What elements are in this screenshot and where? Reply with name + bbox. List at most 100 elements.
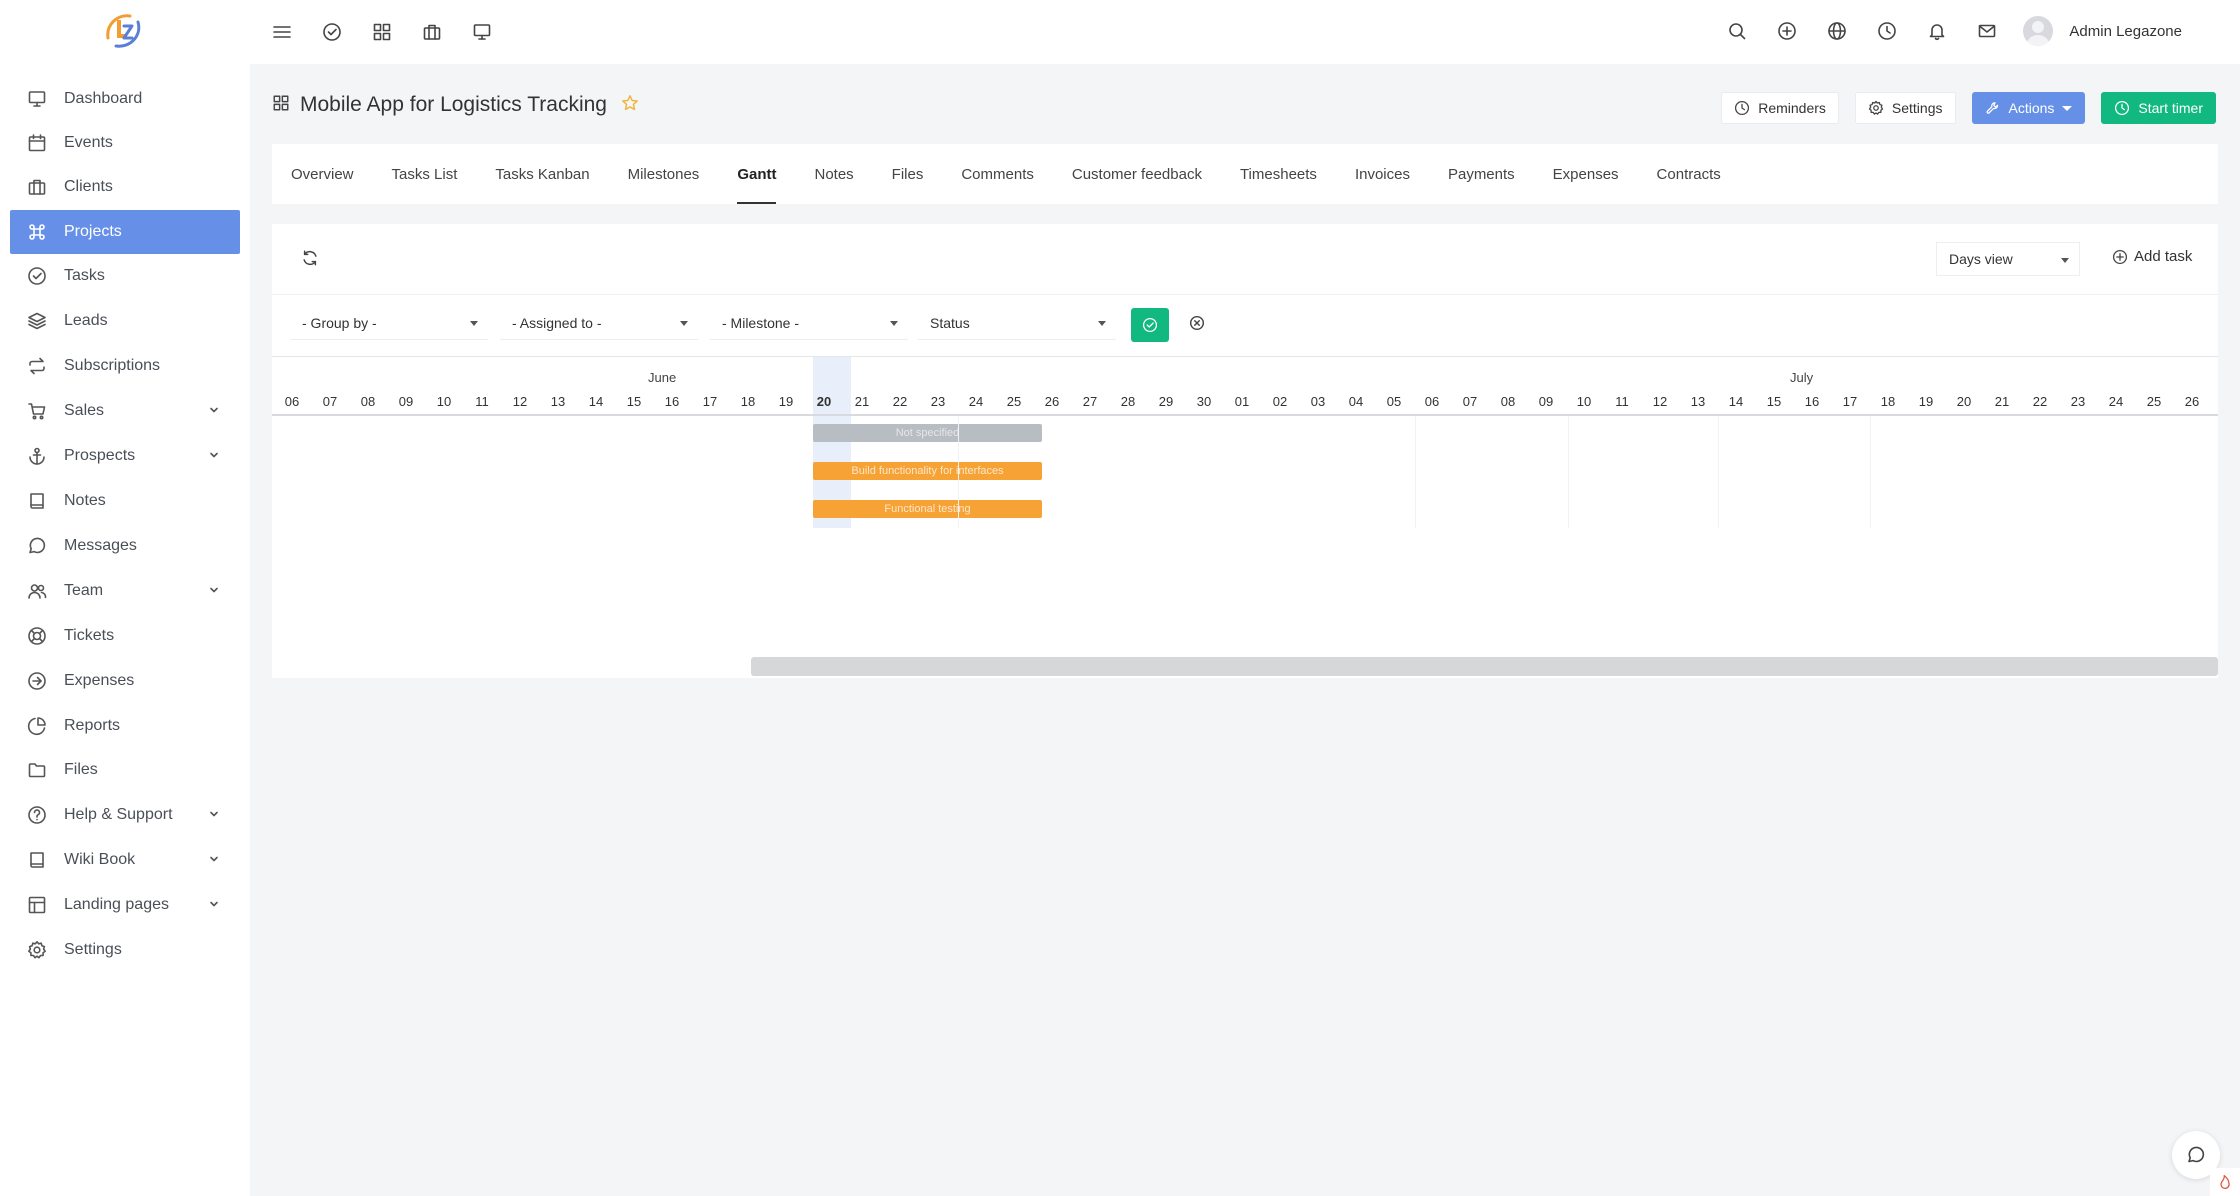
page-title: Mobile App for Logistics Tracking [300, 93, 607, 116]
grid-icon[interactable] [368, 18, 396, 46]
gantt-task-bar[interactable]: Not specified [813, 424, 1042, 442]
sidebar-item-tasks[interactable]: Tasks [10, 254, 240, 298]
globe-icon[interactable] [1823, 17, 1851, 45]
divider [272, 294, 2218, 295]
mail-icon[interactable] [1973, 17, 2001, 45]
clock-icon[interactable] [1873, 17, 1901, 45]
add-task-label: Add task [2134, 248, 2193, 265]
message-icon [26, 535, 48, 557]
day-label: 01 [1234, 394, 1250, 409]
assigned-to-select[interactable]: - Assigned to - [500, 306, 698, 340]
monitor-icon[interactable] [468, 18, 496, 46]
close-circle-icon [1189, 315, 1205, 331]
bell-icon[interactable] [1923, 17, 1951, 45]
avatar[interactable] [2023, 16, 2054, 46]
sidebar-item-label: Wiki Book [64, 851, 136, 868]
anchor-icon [26, 445, 48, 467]
status-value: Status [930, 314, 970, 331]
sidebar-item-team[interactable]: Team [10, 569, 240, 613]
sidebar-item-label: Events [64, 134, 113, 151]
life-buoy-icon [26, 625, 48, 647]
day-label: 14 [588, 394, 604, 409]
tab-timesheets[interactable]: Timesheets [1221, 144, 1336, 204]
day-label: 25 [2146, 394, 2162, 409]
day-label: 15 [1766, 394, 1782, 409]
sidebar-item-messages[interactable]: Messages [10, 524, 240, 568]
tab-tasks-kanban[interactable]: Tasks Kanban [476, 144, 608, 204]
calendar-icon [26, 132, 48, 154]
sidebar-item-label: Prospects [64, 447, 136, 464]
check-circle-icon[interactable] [318, 18, 346, 46]
day-label: 10 [1576, 394, 1592, 409]
refresh-button[interactable] [294, 242, 326, 274]
app-logo[interactable] [100, 8, 146, 54]
tab-expenses[interactable]: Expenses [1534, 144, 1638, 204]
project-header: Mobile App for Logistics Tracking [272, 93, 639, 117]
sidebar-item-help-support[interactable]: Help & Support [10, 793, 240, 837]
sidebar-item-clients[interactable]: Clients [10, 165, 240, 209]
tab-files[interactable]: Files [873, 144, 943, 204]
start-timer-button[interactable]: Start timer [2101, 92, 2216, 124]
tab-contracts[interactable]: Contracts [1638, 144, 1740, 204]
briefcase-icon[interactable] [418, 18, 446, 46]
sidebar-item-label: Tickets [64, 627, 115, 644]
sidebar-item-sales[interactable]: Sales [10, 389, 240, 433]
tab-gantt[interactable]: Gantt [718, 144, 795, 204]
plus-circle-icon [2112, 249, 2128, 264]
day-label: 09 [398, 394, 414, 409]
sidebar-item-wiki-book[interactable]: Wiki Book [10, 838, 240, 882]
menu-icon[interactable] [268, 18, 296, 46]
clear-filter-button[interactable] [1188, 314, 1206, 336]
status-select[interactable]: Status [918, 306, 1116, 340]
day-label: 20 [816, 394, 832, 409]
grid-line [1415, 416, 1416, 528]
tab-payments[interactable]: Payments [1429, 144, 1534, 204]
day-label: 26 [2184, 394, 2200, 409]
day-label: 06 [1424, 394, 1440, 409]
group-by-select[interactable]: - Group by - [290, 306, 488, 340]
folder-icon [26, 759, 48, 781]
tab-customer-feedback[interactable]: Customer feedback [1053, 144, 1221, 204]
sidebar-item-subscriptions[interactable]: Subscriptions [10, 344, 240, 388]
user-name[interactable]: Admin Legazone [2069, 23, 2182, 40]
flame-icon[interactable] [2210, 1168, 2240, 1196]
plus-circle-icon[interactable] [1773, 17, 1801, 45]
day-label: 27 [1082, 394, 1098, 409]
sidebar-item-expenses[interactable]: Expenses [10, 659, 240, 703]
tab-notes[interactable]: Notes [795, 144, 872, 204]
horizontal-scrollbar[interactable] [751, 657, 2218, 676]
book-icon [26, 849, 48, 871]
chevron-down-icon [208, 403, 220, 421]
gantt-task-bar[interactable]: Functional testing [813, 500, 1042, 518]
milestone-select[interactable]: - Milestone - [710, 306, 908, 340]
day-label: 14 [1728, 394, 1744, 409]
sidebar-item-files[interactable]: Files [10, 748, 240, 792]
settings-button[interactable]: Settings [1854, 92, 1956, 124]
sidebar-item-landing-pages[interactable]: Landing pages [10, 883, 240, 927]
sidebar-item-dashboard[interactable]: Dashboard [10, 77, 240, 121]
sidebar-item-prospects[interactable]: Prospects [10, 434, 240, 478]
search-icon[interactable] [1723, 17, 1751, 45]
add-task-button[interactable]: Add task [2112, 248, 2192, 265]
reminders-button[interactable]: Reminders [1721, 92, 1839, 124]
sidebar-item-reports[interactable]: Reports [10, 704, 240, 748]
sidebar-item-events[interactable]: Events [10, 121, 240, 165]
tab-milestones[interactable]: Milestones [609, 144, 719, 204]
sidebar-item-projects[interactable]: Projects [10, 210, 240, 254]
gantt-task-bar[interactable]: Build functionality for interfaces [813, 462, 1042, 480]
sidebar-item-tickets[interactable]: Tickets [10, 614, 240, 658]
actions-dropdown-button[interactable]: Actions [1971, 92, 2086, 124]
sidebar-item-settings[interactable]: Settings [10, 928, 240, 972]
day-label: 21 [1994, 394, 2010, 409]
tab-invoices[interactable]: Invoices [1336, 144, 1429, 204]
tab-tasks-list[interactable]: Tasks List [373, 144, 477, 204]
sidebar-item-leads[interactable]: Leads [10, 299, 240, 343]
view-select[interactable]: Days view [1936, 242, 2080, 276]
tab-overview[interactable]: Overview [272, 144, 373, 204]
day-label: 28 [1120, 394, 1136, 409]
tab-comments[interactable]: Comments [942, 144, 1053, 204]
star-icon[interactable] [621, 94, 639, 116]
apply-filter-button[interactable] [1131, 308, 1169, 342]
sidebar-item-label: Dashboard [64, 90, 143, 107]
sidebar-item-notes[interactable]: Notes [10, 479, 240, 523]
